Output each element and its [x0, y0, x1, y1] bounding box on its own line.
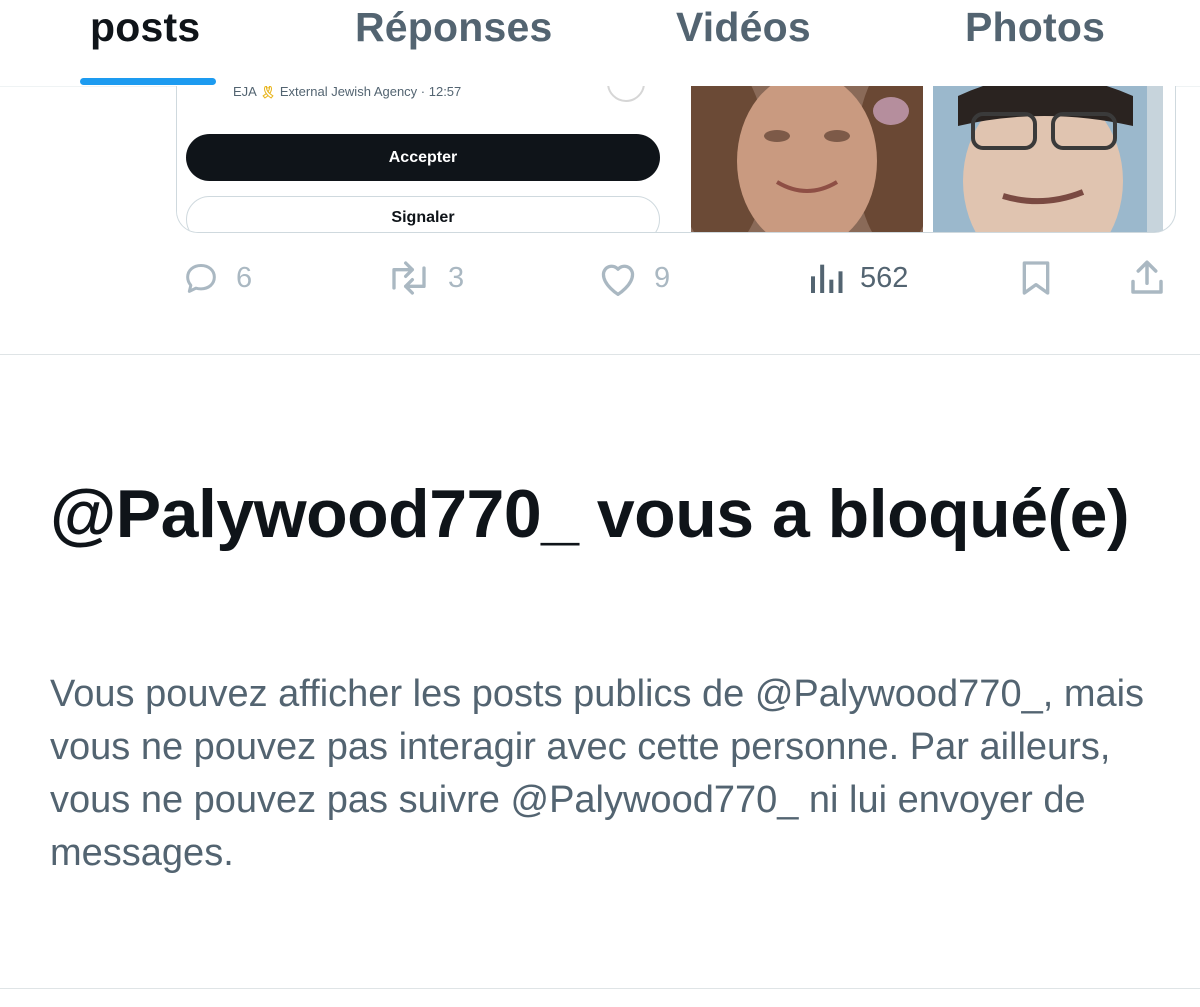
repost-icon	[392, 261, 426, 295]
profile-tabs: posts Réponses Vidéos Photos	[0, 0, 1200, 87]
blocked-description: Vous pouvez afficher les posts publics d…	[50, 673, 1145, 874]
share-action[interactable]	[1126, 250, 1168, 306]
reply-icon	[186, 264, 216, 293]
views-action[interactable]: 562	[806, 250, 908, 306]
reply-action[interactable]: 6	[180, 250, 252, 306]
analytics-icon	[811, 264, 843, 293]
tab-photos[interactable]: Photos	[965, 4, 1105, 51]
tab-posts[interactable]: posts	[90, 4, 200, 51]
meta-rest: External Jewish Agency · 12:57	[279, 86, 462, 99]
screenshot-meta: EJA 🎗 External Jewish Agency · 12:57	[233, 86, 461, 100]
tab-videos[interactable]: Vidéos	[676, 4, 811, 51]
repost-count: 3	[448, 261, 465, 294]
bottom-divider	[0, 988, 1200, 989]
media-photo-man[interactable]	[933, 86, 1163, 232]
meta-prefix: EJA	[233, 86, 257, 99]
post-action-bar: 6 3 9 562	[0, 250, 1200, 310]
active-tab-indicator	[80, 78, 216, 85]
share-icon	[1131, 260, 1163, 294]
media-photo-woman[interactable]	[691, 86, 923, 232]
tab-replies[interactable]: Réponses	[355, 4, 553, 51]
blocked-title: @Palywood770_ vous a bloqué(e)	[50, 476, 1130, 552]
like-count: 9	[654, 261, 671, 294]
ribbon-icon: 🎗	[259, 86, 277, 99]
views-count: 562	[860, 261, 909, 294]
reply-count: 6	[236, 261, 253, 294]
repost-action[interactable]: 3	[384, 250, 464, 306]
bookmark-icon	[1022, 261, 1050, 295]
accept-button: Accepter	[186, 134, 660, 181]
post-divider	[0, 354, 1200, 355]
report-button: Signaler	[186, 196, 660, 232]
media-screenshot[interactable]: EJA 🎗 External Jewish Agency · 12:57 Acc…	[177, 86, 682, 232]
avatar-circle	[607, 86, 645, 102]
like-action[interactable]: 9	[596, 250, 670, 306]
heart-icon	[601, 264, 635, 296]
bookmark-action[interactable]	[1016, 250, 1056, 306]
post-media-grid[interactable]: EJA 🎗 External Jewish Agency · 12:57 Acc…	[176, 86, 1176, 233]
